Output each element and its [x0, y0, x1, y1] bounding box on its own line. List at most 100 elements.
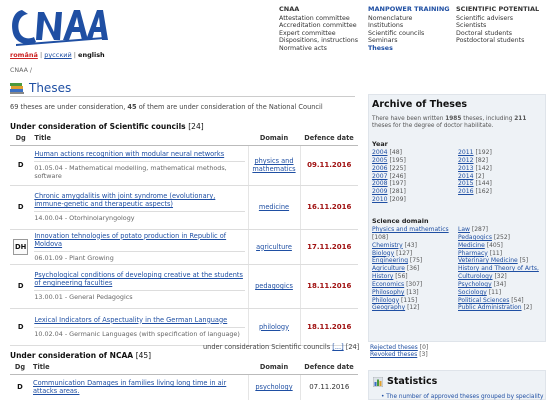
year-item: 2012 [82] — [458, 157, 492, 165]
year-link[interactable]: 2006 — [372, 165, 388, 172]
year-link[interactable]: 2014 — [458, 173, 474, 180]
domain-link[interactable]: Veterinary Medicine — [458, 257, 518, 264]
table-row: D Human actions recognition with modular… — [10, 145, 358, 186]
domain-item: Geography [12] — [372, 304, 458, 312]
nav-column-manpower: MANPOWER TRAINING Nomenclature Instituti… — [368, 5, 450, 53]
more-link[interactable]: [...] — [332, 343, 343, 351]
year-link[interactable]: 2009 — [372, 188, 388, 195]
nav-item-seminars[interactable]: Seminars — [368, 37, 450, 45]
lang-romanian-link[interactable]: română — [10, 51, 38, 59]
domain-link[interactable]: History — [372, 273, 393, 280]
domain-list-left: Physics and mathematics [108] Chemistry … — [372, 226, 458, 312]
revoked-theses-link[interactable]: Revoked theses — [370, 351, 417, 358]
archive-intro-text: There have been written — [372, 116, 446, 122]
domain-count: [108] — [372, 233, 389, 241]
year-link[interactable]: 2016 — [458, 188, 474, 195]
domain-item: Psychology [34] — [458, 281, 544, 289]
nav-item-attestation-committee[interactable]: Attestation committee — [279, 15, 358, 23]
thesis-title-link[interactable]: Communication Damages in families living… — [33, 379, 226, 395]
year-link[interactable]: 2010 — [372, 196, 388, 203]
year-count: [246] — [389, 172, 406, 180]
year-link[interactable]: 2008 — [372, 180, 388, 187]
nav-item-scientific-councils[interactable]: Scientific councils — [368, 30, 450, 38]
breadcrumb[interactable]: CNAA / — [10, 67, 32, 74]
domain-link[interactable]: Engineering — [372, 257, 408, 264]
speciality-text: 01.05.04 - Mathematical modelling, mathe… — [34, 161, 245, 180]
lang-russian-link[interactable]: русский — [44, 51, 72, 59]
domain-link[interactable]: philology — [259, 323, 289, 331]
year-link[interactable]: 2015 — [458, 180, 474, 187]
speciality-text: 14.00.04 - Otorhinolaryngology — [34, 211, 245, 222]
summary-national: 45 — [127, 103, 137, 111]
year-link[interactable]: 2004 — [372, 149, 388, 156]
domain-link[interactable]: Law — [458, 226, 470, 233]
domain-link[interactable]: Biology — [372, 250, 394, 257]
page-header: română | русский | english CNAA Attestat… — [0, 0, 550, 62]
nav-item-theses[interactable]: Theses — [368, 45, 450, 53]
domain-link[interactable]: psychology — [255, 383, 292, 391]
section-count: [24] — [188, 122, 204, 131]
nav-item-accreditation-committee[interactable]: Accreditation committee — [279, 22, 358, 30]
nav-item-postdoctoral-students[interactable]: Postdoctoral students — [456, 37, 539, 45]
domain-link[interactable]: Chemistry — [372, 242, 403, 249]
year-item: 2004 [48] — [372, 149, 406, 157]
domain-link[interactable]: agriculture — [256, 243, 292, 251]
nav-item-nomenclature[interactable]: Nomenclature — [368, 15, 450, 23]
domain-link[interactable]: Geography — [372, 304, 405, 311]
year-link[interactable]: 2007 — [372, 173, 388, 180]
domain-item: Biology [127] — [372, 250, 458, 258]
nav-head-cnaa[interactable]: CNAA — [279, 5, 358, 14]
domain-link[interactable]: Pharmacy — [458, 250, 488, 257]
domain-link[interactable]: Physics and mathematics — [372, 226, 449, 233]
cnaa-logo[interactable] — [8, 4, 108, 48]
archive-total: 1985 — [445, 116, 462, 122]
domain-cell: physics and mathematics — [247, 145, 300, 186]
nav-item-doctoral-students[interactable]: Doctoral students — [456, 30, 539, 38]
nav-item-expert-committee[interactable]: Expert committee — [279, 30, 358, 38]
year-item: 2008 [197] — [372, 180, 406, 188]
year-item: 2010 [209] — [372, 196, 406, 204]
domain-link[interactable]: physics and mathematics — [252, 157, 295, 173]
domain-link[interactable]: Philology — [372, 297, 399, 304]
domain-link[interactable]: Agriculture — [372, 265, 405, 272]
thesis-title-link[interactable]: Psychological conditions of developing c… — [34, 271, 243, 287]
table-header-row: Dg Title Domain Defence date — [10, 361, 358, 375]
thesis-title-link[interactable]: Chronic amygdalitis with joint syndrome … — [34, 192, 215, 208]
nav-item-scientific-advisers[interactable]: Scientific advisers — [456, 15, 539, 23]
domain-link[interactable]: Political Sciences — [458, 297, 509, 304]
domain-link[interactable]: Medicine — [458, 242, 485, 249]
summary-text-1: theses are under consideration, — [18, 103, 128, 111]
nav-item-normative-acts[interactable]: Normative acts — [279, 45, 358, 53]
year-link[interactable]: 2011 — [458, 149, 474, 156]
thesis-title-link[interactable]: Lexical Indicators of Aspectuality in th… — [34, 316, 227, 324]
domain-link[interactable]: Economics — [372, 281, 404, 288]
nav-head-scientific-potential[interactable]: SCIENTIFIC POTENTIAL — [456, 5, 539, 14]
domain-link[interactable]: Pedagogics — [458, 234, 492, 241]
year-item: 2011 [192] — [458, 149, 492, 157]
statistics-link[interactable]: • The number of approved theses grouped … — [381, 394, 543, 400]
year-link[interactable]: 2005 — [372, 157, 388, 164]
thesis-title-link[interactable]: Innovation tehnologies of potato product… — [34, 232, 226, 248]
nav-item-institutions[interactable]: Institutions — [368, 22, 450, 30]
theses-table-councils: Dg Title Domain Defence date D Human act… — [10, 132, 358, 346]
domain-link[interactable]: Philosophy — [372, 289, 404, 296]
nav-head-manpower-training[interactable]: MANPOWER TRAINING — [368, 5, 450, 14]
domain-link[interactable]: medicine — [259, 203, 289, 211]
year-link[interactable]: 2012 — [458, 157, 474, 164]
speciality-text: 06.01.09 - Plant Growing — [34, 250, 245, 262]
domain-link[interactable]: Sociology — [458, 289, 487, 296]
domain-link[interactable]: pedagogics — [255, 282, 293, 290]
rejected-theses-link[interactable]: Rejected theses — [370, 344, 418, 351]
degree-cell: D — [10, 185, 32, 230]
year-count: [144] — [475, 180, 492, 188]
year-link[interactable]: 2013 — [458, 165, 474, 172]
domain-link[interactable]: Psychology — [458, 281, 492, 288]
thesis-title-link[interactable]: Human actions recognition with modular n… — [34, 150, 224, 158]
domain-link[interactable]: Public Administration — [458, 304, 522, 311]
domain-count: [287] — [471, 226, 488, 233]
archive-dh-total: 211 — [514, 116, 527, 122]
archive-intro: There have been written 1985 theses, inc… — [372, 116, 542, 131]
col-header-date: Defence date — [300, 361, 358, 375]
nav-item-dispositions[interactable]: Dispositions, instructions — [279, 37, 358, 45]
nav-item-scientists[interactable]: Scientists — [456, 22, 539, 30]
